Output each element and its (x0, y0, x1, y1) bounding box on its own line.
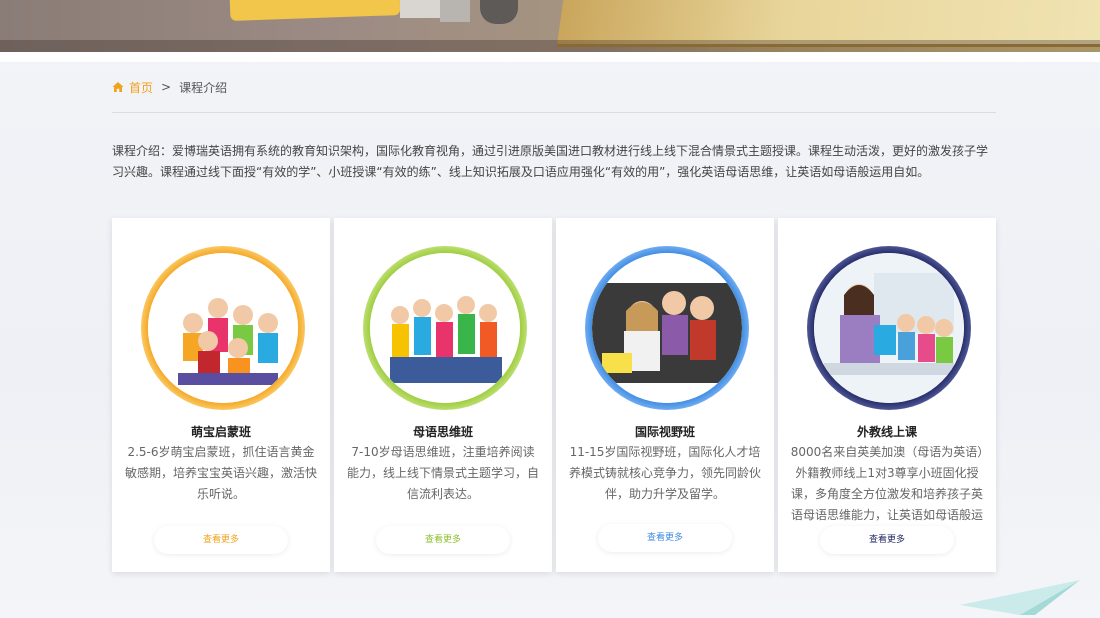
view-more-button[interactable]: 查看更多 (154, 526, 288, 554)
course-card-description: 7-10岁母语思维班，注重培养阅读能力，线上线下情景式主题学习，自信流利表达。 (346, 445, 539, 501)
course-card-title: 母语思维班 (412, 425, 473, 439)
breadcrumb-separator: > (161, 80, 172, 94)
course-image-ring (585, 246, 749, 410)
top-banner (0, 0, 1100, 52)
course-image-ring (363, 246, 527, 410)
breadcrumb-divider (112, 112, 996, 113)
view-more-button[interactable]: 查看更多 (376, 526, 510, 554)
view-more-button[interactable]: 查看更多 (820, 526, 954, 554)
course-card-waijiao: 外教线上课 8000名来自英美加澳（母语为英语）外籍教师线上1对3尊享小班固化授… (778, 218, 996, 572)
view-more-button[interactable]: 查看更多 (598, 524, 732, 552)
teacher-students-photo (814, 253, 964, 403)
kids-group-photo (148, 253, 298, 403)
course-card-guoji: 国际视野班 11-15岁国际视野班，国际化人才培养模式铸就核心竞争力，领先同龄伙… (556, 218, 774, 572)
course-card-muyu: 母语思维班 7-10岁母语思维班，注重培养阅读能力，线上线下情景式主题学习，自信… (334, 218, 552, 572)
course-card-description: 2.5-6岁萌宝启蒙班，抓住语言黄金敏感期，培养宝宝英语兴趣，激活快乐听说。 (124, 445, 317, 501)
course-card-title: 外教线上课 (856, 425, 917, 439)
banner-bottom-strip (0, 52, 1100, 62)
home-icon (112, 82, 124, 92)
paper-plane-decoration (960, 580, 1080, 615)
course-card-description: 11-15岁国际视野班，国际化人才培养模式铸就核心竞争力，领先同龄伙伴，助力升学… (568, 445, 761, 501)
course-card-title: 国际视野班 (634, 425, 695, 439)
breadcrumb: 首页 > 课程介绍 (112, 78, 227, 96)
children-cheering-photo (370, 253, 520, 403)
breadcrumb-home-link[interactable]: 首页 (129, 79, 153, 96)
course-card-title: 萌宝启蒙班 (190, 425, 251, 439)
students-thumbs-up-photo (592, 253, 742, 403)
course-intro-text: 课程介绍：爱博瑞英语拥有系统的教育知识架构，国际化教育视角，通过引进原版美国进口… (112, 144, 989, 179)
course-card-mengbao: 萌宝启蒙班 2.5-6岁萌宝启蒙班，抓住语言黄金敏感期，培养宝宝英语兴趣，激活快… (112, 218, 330, 572)
breadcrumb-current: 课程介绍 (179, 80, 228, 95)
course-image-ring (141, 246, 305, 410)
course-image-ring (807, 246, 971, 410)
course-card-description: 8000名来自英美加澳（母语为英语）外籍教师线上1对3尊享小班固化授课，多角度全… (790, 445, 984, 522)
